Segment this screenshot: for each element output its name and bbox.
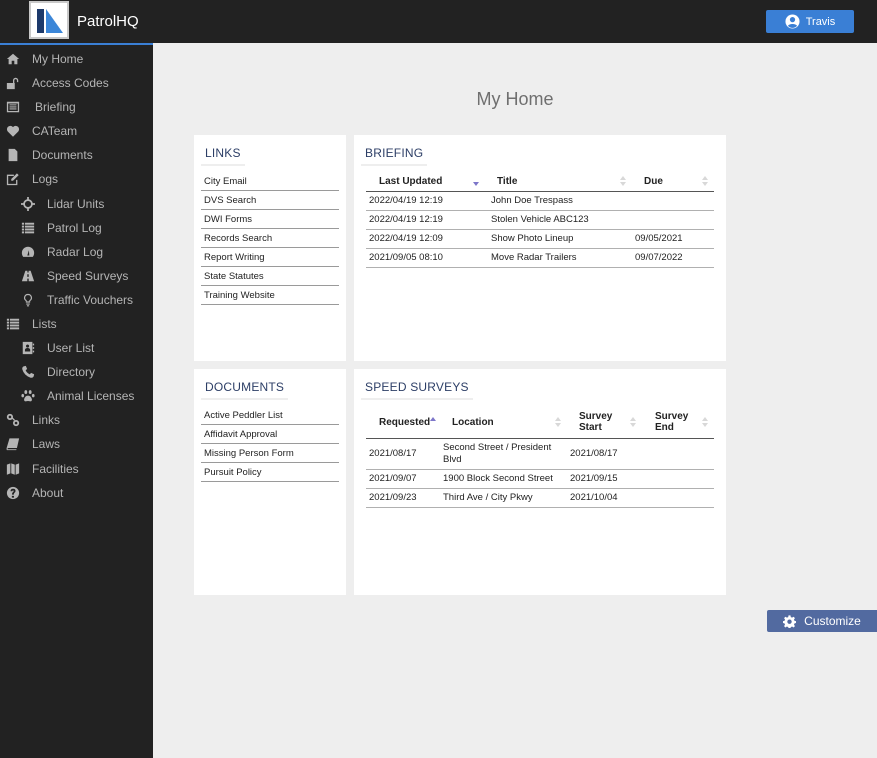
- table-row[interactable]: 2022/04/19 12:09 Show Photo Lineup 09/05…: [366, 229, 714, 249]
- sidebar-item-laws[interactable]: Laws: [0, 433, 153, 455]
- table-row[interactable]: 2021/08/17 Second Street / President Blv…: [366, 438, 714, 470]
- links-card: LINKS City Email DVS Search DWI Forms Re…: [194, 135, 346, 361]
- sidebar-item-speed-surveys[interactable]: Speed Surveys: [0, 265, 153, 287]
- link-item[interactable]: Training Website: [201, 286, 339, 305]
- sidebar-item-about[interactable]: About: [0, 482, 153, 504]
- sidebar-item-traffic-vouchers[interactable]: Traffic Vouchers: [0, 289, 153, 311]
- speed-surveys-card: SPEED SURVEYS Requested Location Survey …: [354, 369, 726, 595]
- sidebar-item-facilities[interactable]: Facilities: [0, 458, 153, 480]
- sidebar-item-logs[interactable]: Logs: [0, 168, 153, 190]
- question-circle-icon: [6, 486, 20, 500]
- link-item[interactable]: DWI Forms: [201, 210, 339, 229]
- paw-icon: [21, 389, 35, 403]
- unlock-icon: [6, 76, 20, 90]
- link-item[interactable]: Records Search: [201, 229, 339, 248]
- address-book-icon: [21, 341, 35, 355]
- sidebar-item-access-codes[interactable]: Access Codes: [0, 72, 153, 94]
- briefing-card-title: BRIEFING: [361, 146, 428, 166]
- page-title: My Home: [476, 89, 554, 109]
- sort-icon: [630, 417, 636, 428]
- table-row[interactable]: 2021/09/23 Third Ave / City Pkwy 2021/10…: [366, 488, 714, 508]
- column-header-survey-end[interactable]: Survey End: [642, 407, 714, 439]
- book-icon: [6, 437, 20, 451]
- phone-icon: [21, 365, 35, 379]
- home-icon: [6, 52, 20, 66]
- sidebar-item-patrol-log[interactable]: Patrol Log: [0, 217, 153, 239]
- user-name: Travis: [805, 15, 836, 28]
- documents-card: DOCUMENTS Active Peddler List Affidavit …: [194, 369, 346, 595]
- sidebar-item-animal-licenses[interactable]: Animal Licenses: [0, 385, 153, 407]
- column-header-title[interactable]: Title: [485, 172, 632, 192]
- sidebar-item-lists[interactable]: Lists: [0, 313, 153, 335]
- file-icon: [6, 148, 20, 162]
- column-header-location[interactable]: Location: [440, 407, 567, 439]
- sidebar-item-my-home[interactable]: My Home: [0, 48, 153, 70]
- heart-icon: [6, 124, 20, 138]
- sidebar-item-directory[interactable]: Directory: [0, 361, 153, 383]
- column-header-survey-start[interactable]: Survey Start: [567, 407, 642, 439]
- sidebar-item-links[interactable]: Links: [0, 409, 153, 431]
- sidebar-item-documents[interactable]: Documents: [0, 144, 153, 166]
- speed-surveys-table: Requested Location Survey Start Survey E…: [366, 407, 714, 508]
- sort-icon: [702, 176, 708, 187]
- links-card-title: LINKS: [201, 146, 245, 166]
- user-circle-icon: [785, 14, 800, 29]
- sidebar: My Home Access Codes Briefing CATeam Doc…: [0, 43, 153, 758]
- list-alt-icon: [6, 100, 20, 114]
- column-header-requested[interactable]: Requested: [366, 407, 440, 439]
- customize-label: Customize: [804, 614, 861, 628]
- sidebar-item-briefing[interactable]: Briefing: [0, 96, 153, 118]
- sort-icon: [555, 417, 561, 428]
- edit-icon: [6, 172, 20, 186]
- sort-icon: [702, 417, 708, 428]
- crosshairs-icon: [21, 197, 35, 211]
- column-header-due[interactable]: Due: [632, 172, 714, 192]
- documents-card-title: DOCUMENTS: [201, 380, 289, 400]
- document-item[interactable]: Affidavit Approval: [201, 425, 339, 444]
- sort-desc-icon: [473, 176, 479, 187]
- document-item[interactable]: Missing Person Form: [201, 444, 339, 463]
- sort-asc-icon: [430, 417, 436, 427]
- briefing-table: Last Updated Title Due 2022/04/19 12:19 …: [366, 172, 714, 268]
- table-row[interactable]: 2021/09/07 1900 Block Second Street 2021…: [366, 469, 714, 489]
- table-row[interactable]: 2022/04/19 12:19 Stolen Vehicle ABC123: [366, 210, 714, 230]
- gear-icon: [783, 614, 797, 628]
- link-item[interactable]: State Statutes: [201, 267, 339, 286]
- road-icon: [21, 269, 35, 283]
- links-list: City Email DVS Search DWI Forms Records …: [201, 172, 339, 305]
- document-item[interactable]: Pursuit Policy: [201, 463, 339, 482]
- briefing-card: BRIEFING Last Updated Title Due 2022/04/…: [354, 135, 726, 361]
- column-header-last-updated[interactable]: Last Updated: [366, 172, 485, 192]
- map-icon: [6, 462, 20, 476]
- tachometer-icon: [21, 245, 35, 259]
- list-icon: [21, 221, 35, 235]
- table-row[interactable]: 2022/04/19 12:19 John Doe Trespass: [366, 191, 714, 211]
- sidebar-item-cateam[interactable]: CATeam: [0, 120, 153, 142]
- table-row[interactable]: 2021/09/05 08:10 Move Radar Trailers 09/…: [366, 248, 714, 268]
- sidebar-item-lidar-units[interactable]: Lidar Units: [0, 193, 153, 215]
- user-menu-button[interactable]: Travis: [766, 10, 854, 33]
- brand-name[interactable]: PatrolHQ: [77, 13, 139, 30]
- document-item[interactable]: Active Peddler List: [201, 406, 339, 425]
- sidebar-item-user-list[interactable]: User List: [0, 337, 153, 359]
- speed-surveys-card-title: SPEED SURVEYS: [361, 380, 473, 400]
- sidebar-item-radar-log[interactable]: Radar Log: [0, 241, 153, 263]
- lightbulb-icon: [21, 293, 35, 307]
- customize-button[interactable]: Customize: [767, 610, 877, 632]
- list-icon: [6, 317, 20, 331]
- sort-icon: [620, 176, 626, 187]
- documents-list: Active Peddler List Affidavit Approval M…: [201, 406, 339, 482]
- link-item[interactable]: City Email: [201, 172, 339, 191]
- top-bar: PatrolHQ Travis: [0, 0, 877, 43]
- link-item[interactable]: DVS Search: [201, 191, 339, 210]
- link-item[interactable]: Report Writing: [201, 248, 339, 267]
- app-logo[interactable]: [29, 1, 69, 39]
- link-icon: [6, 413, 20, 427]
